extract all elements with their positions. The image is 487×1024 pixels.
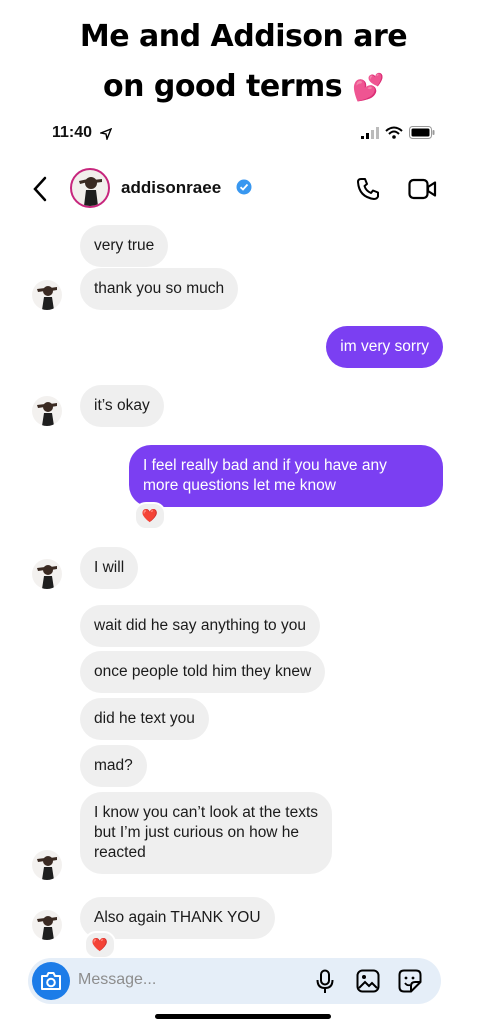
gallery-icon[interactable] xyxy=(356,969,380,993)
microphone-icon[interactable] xyxy=(315,969,335,995)
message-bubble-incoming[interactable]: wait did he say anything to you xyxy=(80,605,320,647)
message-line: more questions let me know xyxy=(143,477,336,494)
sender-avatar[interactable] xyxy=(32,280,62,310)
person-photo-icon xyxy=(37,856,57,880)
message-bubble-incoming[interactable]: thank you so much xyxy=(80,268,239,310)
camera-button[interactable] xyxy=(32,962,70,1000)
person-photo-icon xyxy=(37,916,57,940)
wifi-icon xyxy=(385,126,403,139)
back-chevron-icon[interactable] xyxy=(32,176,48,202)
contact-avatar[interactable] xyxy=(70,168,110,208)
sender-avatar[interactable] xyxy=(32,559,62,589)
home-indicator xyxy=(155,1014,331,1019)
status-icons xyxy=(361,126,435,139)
battery-icon xyxy=(409,126,435,139)
sticker-icon[interactable] xyxy=(398,969,422,993)
message-bubble-incoming[interactable]: did he text you xyxy=(80,698,209,740)
message-bubble-incoming[interactable]: I know you can’t look at the texts but I… xyxy=(80,792,333,874)
message-bubble-incoming[interactable]: I will xyxy=(80,547,139,589)
post-caption: Me and Addison are on good terms 💕 xyxy=(0,12,487,113)
heart-emoji: ❤️ xyxy=(91,937,109,952)
message-line: reacted xyxy=(94,844,146,861)
video-call-icon[interactable] xyxy=(408,177,438,201)
sender-avatar[interactable] xyxy=(32,396,62,426)
verified-badge-icon xyxy=(236,179,252,195)
heart-reaction[interactable]: ❤️ xyxy=(84,931,116,959)
caption-line-2-text: on good terms xyxy=(103,69,343,104)
chat-header: addisonraee xyxy=(0,162,487,218)
status-bar: 11:40 xyxy=(0,118,487,148)
heart-emoji: ❤️ xyxy=(141,508,159,523)
contact-username[interactable]: addisonraee xyxy=(121,178,221,198)
person-photo-icon xyxy=(37,565,57,589)
cell-signal-icon xyxy=(361,126,379,139)
message-bubble-incoming[interactable]: it’s okay xyxy=(80,385,164,427)
caption-line-1: Me and Addison are xyxy=(79,19,408,54)
message-bubble-incoming[interactable]: very true xyxy=(80,225,169,267)
message-line: I know you can’t look at the texts xyxy=(94,804,319,821)
phone-call-icon[interactable] xyxy=(355,176,381,202)
status-time: 11:40 xyxy=(52,124,93,141)
message-bubble-incoming[interactable]: mad? xyxy=(80,745,147,787)
message-line: I feel really bad and if you have any xyxy=(143,457,387,474)
message-bubble-outgoing[interactable]: I feel really bad and if you have any mo… xyxy=(129,445,443,507)
sender-avatar[interactable] xyxy=(32,850,62,880)
sender-avatar[interactable] xyxy=(32,910,62,940)
message-bubble-incoming[interactable]: once people told him they knew xyxy=(80,651,326,693)
heart-reaction[interactable]: ❤️ xyxy=(134,502,166,530)
camera-icon xyxy=(41,972,61,990)
two-hearts-emoji: 💕 xyxy=(352,73,384,103)
person-photo-icon xyxy=(37,286,57,310)
person-photo-icon xyxy=(37,402,57,426)
person-photo-icon xyxy=(79,177,102,206)
message-input[interactable]: Message... xyxy=(78,971,156,989)
message-bubble-outgoing[interactable]: im very sorry xyxy=(326,326,443,368)
caption-line-2: on good terms 💕 xyxy=(0,62,487,113)
message-composer: Message... xyxy=(28,958,441,1004)
message-line: but I’m just curious on how he xyxy=(94,824,300,841)
location-arrow-icon xyxy=(100,128,112,140)
